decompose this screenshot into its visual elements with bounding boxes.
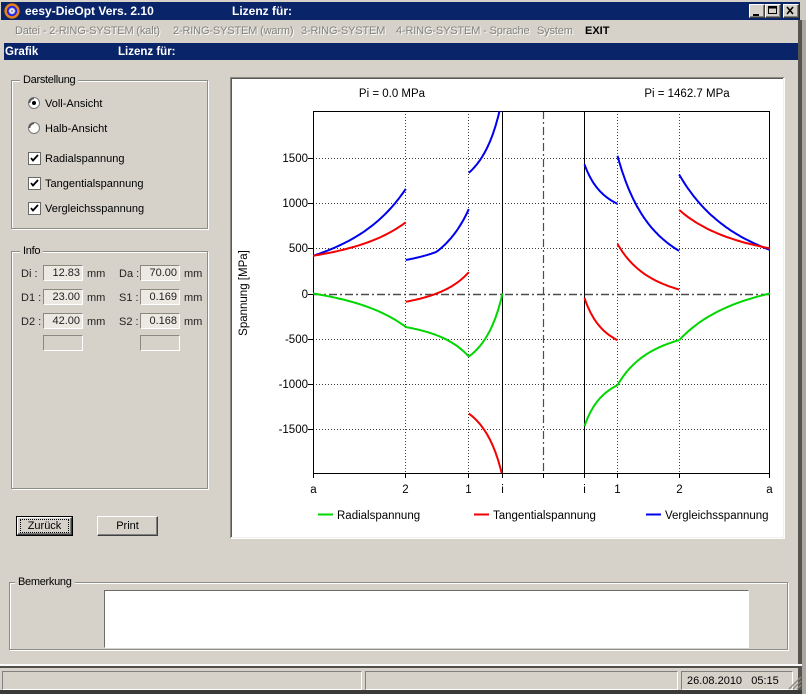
svg-text:500: 500 — [289, 243, 308, 255]
svg-text:Spannung [MPa]: Spannung [MPa] — [238, 250, 250, 336]
svg-text:Tangentialspannung: Tangentialspannung — [493, 510, 596, 522]
svg-text:i: i — [501, 484, 504, 496]
svg-text:2: 2 — [676, 484, 682, 496]
svg-text:a: a — [310, 484, 317, 496]
svg-text:Pi = 0.0 MPa: Pi = 0.0 MPa — [359, 88, 426, 100]
svg-text:a: a — [766, 484, 773, 496]
svg-text:1: 1 — [465, 484, 471, 496]
svg-text:1000: 1000 — [282, 198, 308, 210]
svg-text:Vergleichsspannung: Vergleichsspannung — [665, 510, 769, 522]
svg-text:Pi = 1462.7 MPa: Pi = 1462.7 MPa — [644, 88, 730, 100]
svg-text:1: 1 — [614, 484, 620, 496]
svg-text:2: 2 — [402, 484, 408, 496]
svg-text:-1000: -1000 — [279, 379, 308, 391]
svg-text:-1500: -1500 — [279, 424, 308, 436]
svg-text:i: i — [583, 484, 586, 496]
svg-text:Radialspannung: Radialspannung — [337, 510, 420, 522]
svg-text:0: 0 — [302, 289, 308, 301]
svg-text:1500: 1500 — [282, 153, 308, 165]
svg-text:-500: -500 — [285, 334, 308, 346]
